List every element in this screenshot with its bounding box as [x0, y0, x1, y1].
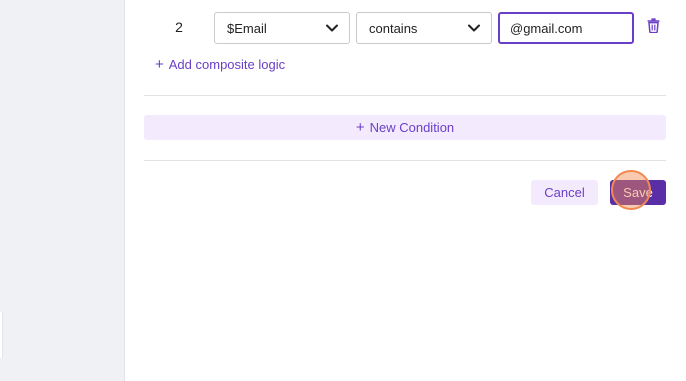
operator-select-value: contains: [369, 20, 418, 36]
divider: [144, 95, 666, 96]
condition-editor: 2 $Email contains + Add composite logic: [125, 0, 686, 381]
left-panel: [0, 0, 125, 381]
panel-edge-tab: [0, 312, 3, 358]
add-composite-logic-label: Add composite logic: [168, 56, 286, 72]
chevron-down-icon: [325, 21, 339, 35]
divider: [144, 160, 666, 161]
add-composite-logic-link[interactable]: + Add composite logic: [155, 55, 285, 73]
trash-icon: [647, 18, 660, 38]
plus-icon: +: [155, 55, 164, 73]
save-button[interactable]: Save: [610, 180, 666, 205]
new-condition-label: New Condition: [369, 120, 455, 135]
condition-value-input[interactable]: [498, 12, 634, 44]
delete-condition-button[interactable]: [644, 18, 662, 38]
condition-row-number: 2: [175, 19, 183, 35]
cancel-button[interactable]: Cancel: [531, 180, 598, 205]
new-condition-button[interactable]: + New Condition: [144, 115, 666, 140]
operator-select[interactable]: contains: [356, 12, 492, 44]
field-select-value: $Email: [227, 20, 267, 36]
plus-icon: +: [355, 119, 365, 136]
field-select[interactable]: $Email: [214, 12, 350, 44]
chevron-down-icon: [467, 21, 481, 35]
